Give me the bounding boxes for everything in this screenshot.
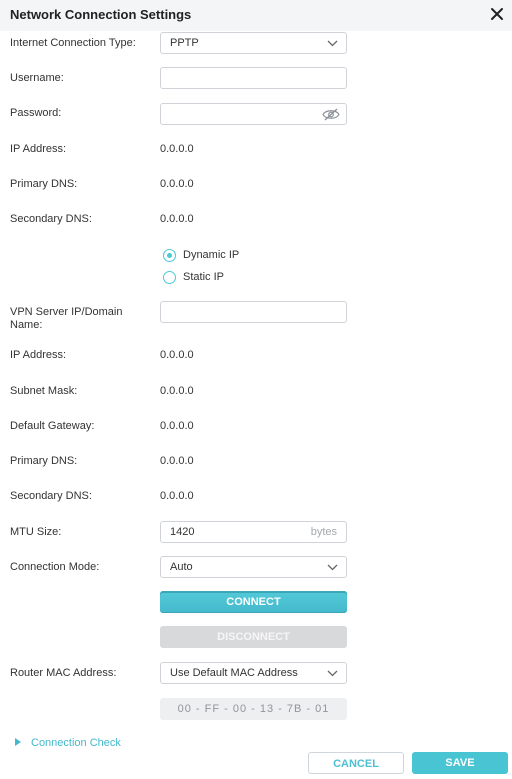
chevron-down-icon bbox=[327, 670, 338, 677]
chevron-down-icon bbox=[327, 40, 338, 47]
vpn-ip-address-value: 0.0.0.0 bbox=[160, 349, 194, 361]
connection-type-select[interactable]: PPTP bbox=[160, 32, 347, 54]
connection-check-label: Connection Check bbox=[31, 737, 121, 749]
router-mac-select[interactable]: Use Default MAC Address bbox=[160, 662, 347, 684]
connection-type-label: Internet Connection Type: bbox=[10, 37, 136, 49]
primary-dns-label: Primary DNS: bbox=[10, 178, 78, 190]
radio-unselected-icon[interactable] bbox=[163, 271, 176, 284]
username-label: Username: bbox=[10, 72, 64, 84]
ip-address-label: IP Address: bbox=[10, 143, 67, 155]
connection-mode-label: Connection Mode: bbox=[10, 561, 100, 573]
mtu-size-field[interactable]: bytes bbox=[160, 521, 347, 543]
default-gateway-value: 0.0.0.0 bbox=[160, 420, 194, 432]
disconnect-button[interactable]: DISCONNECT bbox=[160, 626, 347, 648]
dialog-header: Network Connection Settings bbox=[0, 0, 512, 31]
secondary-dns-label: Secondary DNS: bbox=[10, 213, 92, 225]
cancel-button[interactable]: CANCEL bbox=[308, 752, 404, 774]
username-field[interactable] bbox=[160, 67, 347, 89]
connect-button[interactable]: CONNECT bbox=[160, 591, 347, 613]
connection-mode-select[interactable]: Auto bbox=[160, 556, 347, 578]
default-gateway-label: Default Gateway: bbox=[10, 420, 95, 432]
save-button[interactable]: SAVE bbox=[412, 752, 508, 774]
secondary-dns-value: 0.0.0.0 bbox=[160, 213, 194, 225]
vpn-server-field[interactable] bbox=[160, 301, 347, 323]
password-label: Password: bbox=[10, 107, 62, 119]
mtu-size-label: MTU Size: bbox=[10, 526, 62, 538]
close-icon[interactable] bbox=[490, 7, 504, 21]
mtu-unit: bytes bbox=[310, 526, 337, 538]
dynamic-ip-label: Dynamic IP bbox=[183, 249, 240, 261]
password-input[interactable] bbox=[161, 104, 346, 124]
mac-address-display: 00 - FF - 00 - 13 - 7B - 01 bbox=[160, 698, 347, 720]
username-input[interactable] bbox=[161, 68, 346, 88]
connection-check-link[interactable]: Connection Check bbox=[15, 737, 121, 749]
vpn-ip-address-label: IP Address: bbox=[10, 349, 67, 361]
password-field[interactable] bbox=[160, 103, 347, 125]
chevron-down-icon bbox=[327, 564, 338, 571]
primary-dns-value: 0.0.0.0 bbox=[160, 178, 194, 190]
ip-address-value: 0.0.0.0 bbox=[160, 143, 194, 155]
vpn-server-label: VPN Server IP/Domain Name: bbox=[10, 306, 123, 331]
subnet-mask-label: Subnet Mask: bbox=[10, 385, 78, 397]
connection-type-value: PPTP bbox=[170, 37, 199, 49]
vpn-secondary-dns-value: 0.0.0.0 bbox=[160, 490, 194, 502]
connection-mode-value: Auto bbox=[170, 561, 193, 573]
vpn-server-input[interactable] bbox=[161, 302, 346, 322]
router-mac-label: Router MAC Address: bbox=[10, 667, 117, 679]
vpn-primary-dns-value: 0.0.0.0 bbox=[160, 455, 194, 467]
subnet-mask-value: 0.0.0.0 bbox=[160, 385, 194, 397]
dialog-title: Network Connection Settings bbox=[10, 7, 192, 22]
radio-selected-icon[interactable] bbox=[163, 249, 176, 262]
router-mac-option: Use Default MAC Address bbox=[170, 667, 298, 679]
eye-off-icon[interactable] bbox=[322, 108, 340, 121]
vpn-primary-dns-label: Primary DNS: bbox=[10, 455, 78, 467]
static-ip-label: Static IP bbox=[183, 271, 224, 283]
triangle-right-icon bbox=[15, 738, 21, 746]
vpn-secondary-dns-label: Secondary DNS: bbox=[10, 490, 92, 502]
